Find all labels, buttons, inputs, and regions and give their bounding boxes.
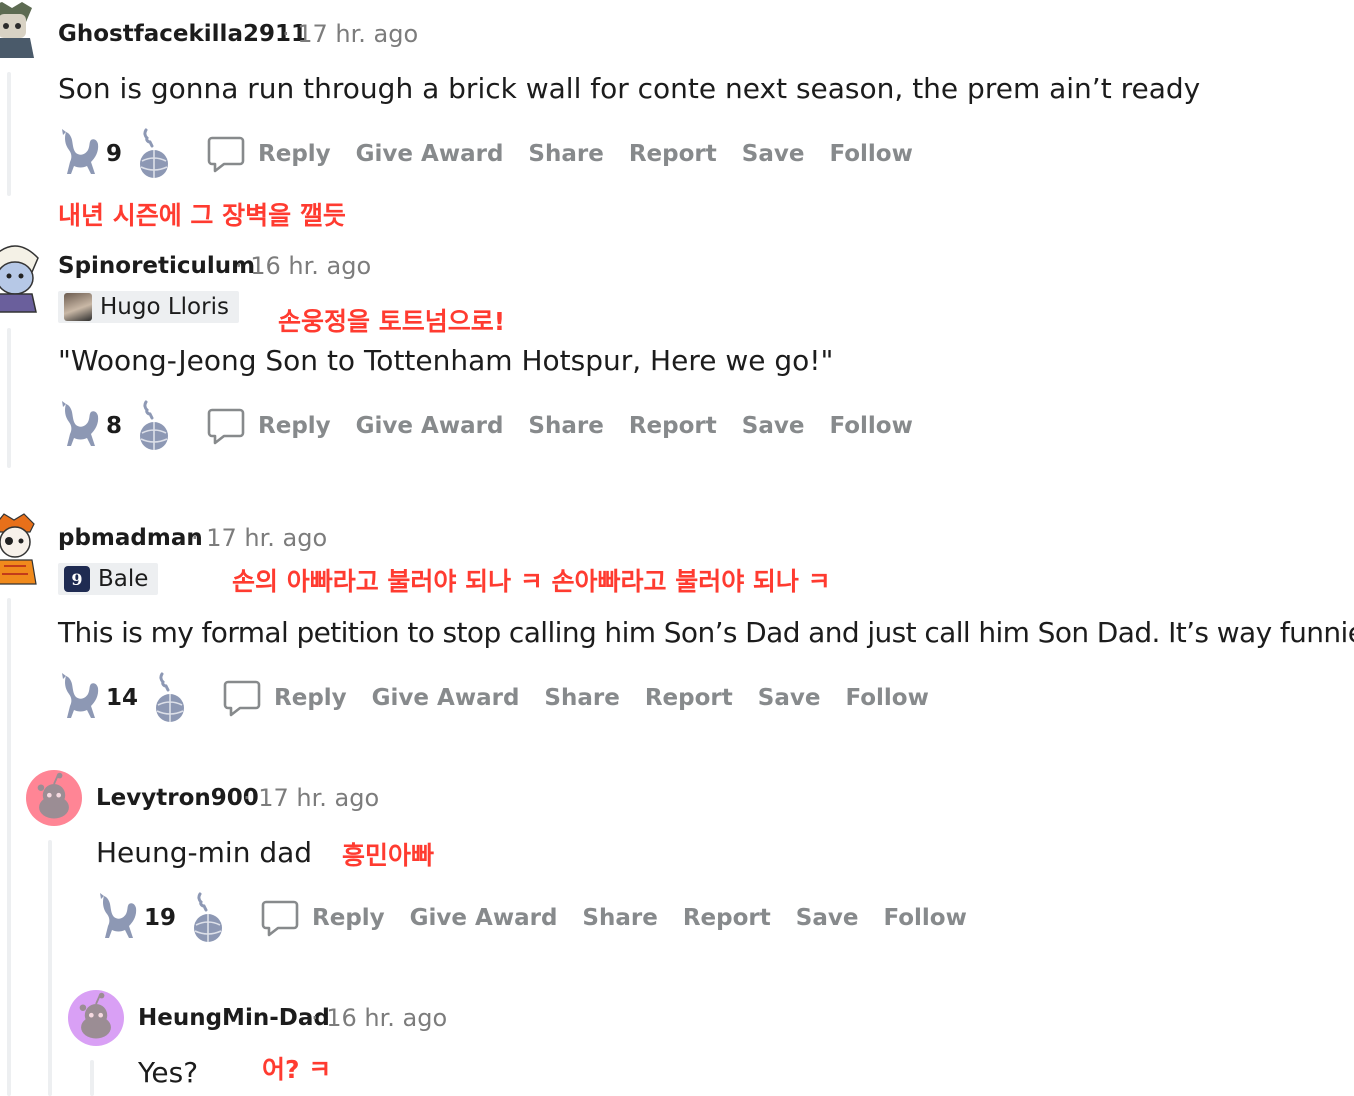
cockerel-upvote-icon[interactable]: [58, 400, 104, 452]
comment-timestamp[interactable]: · 17 hr. ago: [282, 20, 418, 48]
avatar[interactable]: [0, 510, 40, 586]
follow-button[interactable]: Follow: [883, 905, 966, 931]
comment-actions: 8 Reply Give Award Share Report Save Fol…: [58, 400, 938, 452]
cockerel-upvote-icon[interactable]: [96, 892, 142, 944]
give-award-button[interactable]: Give Award: [372, 685, 520, 711]
speech-bubble-icon: [206, 406, 246, 446]
comment-actions: 19 Reply Give Award Share Report Save Fo…: [96, 892, 992, 944]
reply-button[interactable]: Reply: [260, 898, 385, 938]
flair-label: Bale: [98, 566, 149, 592]
give-award-button[interactable]: Give Award: [356, 413, 504, 439]
cockerel-ball-downvote-icon[interactable]: [130, 400, 176, 452]
annotation-text: 내년 시즌에 그 장벽을 깰듯: [58, 201, 346, 230]
cockerel-upvote-icon[interactable]: [58, 128, 104, 180]
comment-body: Son is gonna run through a brick wall fo…: [58, 72, 1201, 105]
reply-label: Reply: [258, 413, 331, 439]
vote-score: 9: [106, 141, 123, 167]
comment-body: Heung-min dad: [96, 836, 313, 869]
report-button[interactable]: Report: [645, 685, 733, 711]
user-flair: 9 Bale: [58, 563, 159, 595]
follow-button[interactable]: Follow: [829, 141, 912, 167]
comment-timestamp[interactable]: · 17 hr. ago: [243, 784, 379, 812]
comment-body: "Woong-Jeong Son to Tottenham Hotspur, H…: [58, 344, 834, 377]
comment-author[interactable]: HeungMin-Dad: [138, 1005, 330, 1031]
reply-button[interactable]: Reply: [206, 406, 331, 446]
avatar[interactable]: [0, 0, 38, 62]
report-button[interactable]: Report: [683, 905, 771, 931]
save-button[interactable]: Save: [796, 905, 859, 931]
report-button[interactable]: Report: [629, 141, 717, 167]
vote-score: 14: [106, 685, 139, 711]
annotation-text: 흥민아빠: [342, 841, 435, 870]
vote-controls: 14: [58, 672, 192, 724]
comment-author[interactable]: Levytron900: [96, 785, 259, 811]
vote-controls: 8: [58, 400, 176, 452]
follow-button[interactable]: Follow: [829, 413, 912, 439]
avatar[interactable]: [68, 990, 124, 1046]
annotation-text: 손의 아빠라고 불러야 되나 ㅋ 손아빠라고 불러야 되나 ㅋ: [232, 567, 831, 596]
comment-timestamp[interactable]: · 16 hr. ago: [235, 252, 371, 280]
thread-line[interactable]: [48, 840, 52, 1096]
vote-score: 8: [106, 413, 123, 439]
share-button[interactable]: Share: [528, 141, 603, 167]
vote-controls: 9: [58, 128, 176, 180]
thread-line[interactable]: [90, 1060, 94, 1096]
comment-author[interactable]: pbmadman: [58, 525, 203, 551]
share-button[interactable]: Share: [582, 905, 657, 931]
cockerel-upvote-icon[interactable]: [58, 672, 104, 724]
report-button[interactable]: Report: [629, 413, 717, 439]
comment-body: Yes?: [138, 1056, 199, 1089]
comment-actions: 9 Reply Give Award Share Report Save Fol…: [58, 128, 938, 180]
reply-button[interactable]: Reply: [206, 134, 331, 174]
vote-controls: 19: [96, 892, 230, 944]
reply-label: Reply: [312, 905, 385, 931]
reply-button[interactable]: Reply: [222, 678, 347, 718]
annotation-text: 손웅정을 토트넘으로!: [278, 307, 506, 336]
flair-number-badge: 9: [64, 566, 90, 592]
thread-line[interactable]: [7, 328, 11, 468]
flair-label: Hugo Lloris: [100, 294, 229, 320]
share-button[interactable]: Share: [544, 685, 619, 711]
speech-bubble-icon: [222, 678, 262, 718]
speech-bubble-icon: [260, 898, 300, 938]
comment-author[interactable]: Ghostfacekilla2911: [58, 21, 307, 47]
comment-actions: 14 Reply Give Award Share Report Save Fo…: [58, 672, 954, 724]
cockerel-ball-downvote-icon[interactable]: [146, 672, 192, 724]
cockerel-ball-downvote-icon[interactable]: [184, 892, 230, 944]
save-button[interactable]: Save: [742, 413, 805, 439]
save-button[interactable]: Save: [758, 685, 821, 711]
thread-line[interactable]: [7, 598, 11, 1096]
speech-bubble-icon: [206, 134, 246, 174]
avatar[interactable]: [26, 770, 82, 826]
save-button[interactable]: Save: [742, 141, 805, 167]
comment-timestamp[interactable]: · 17 hr. ago: [191, 524, 327, 552]
give-award-button[interactable]: Give Award: [356, 141, 504, 167]
reply-label: Reply: [258, 141, 331, 167]
annotation-text: 어? ㅋ: [262, 1055, 332, 1084]
cockerel-ball-downvote-icon[interactable]: [130, 128, 176, 180]
user-flair: Hugo Lloris: [58, 291, 239, 323]
comment-body: This is my formal petition to stop calli…: [58, 616, 1354, 649]
flair-player-photo: [64, 293, 92, 321]
give-award-button[interactable]: Give Award: [410, 905, 558, 931]
thread-line[interactable]: [7, 72, 11, 196]
comment-author[interactable]: Spinoreticulum: [58, 253, 255, 279]
follow-button[interactable]: Follow: [845, 685, 928, 711]
share-button[interactable]: Share: [528, 413, 603, 439]
reply-label: Reply: [274, 685, 347, 711]
comment-timestamp[interactable]: · 16 hr. ago: [311, 1004, 447, 1032]
avatar[interactable]: [0, 238, 42, 314]
vote-score: 19: [144, 905, 177, 931]
